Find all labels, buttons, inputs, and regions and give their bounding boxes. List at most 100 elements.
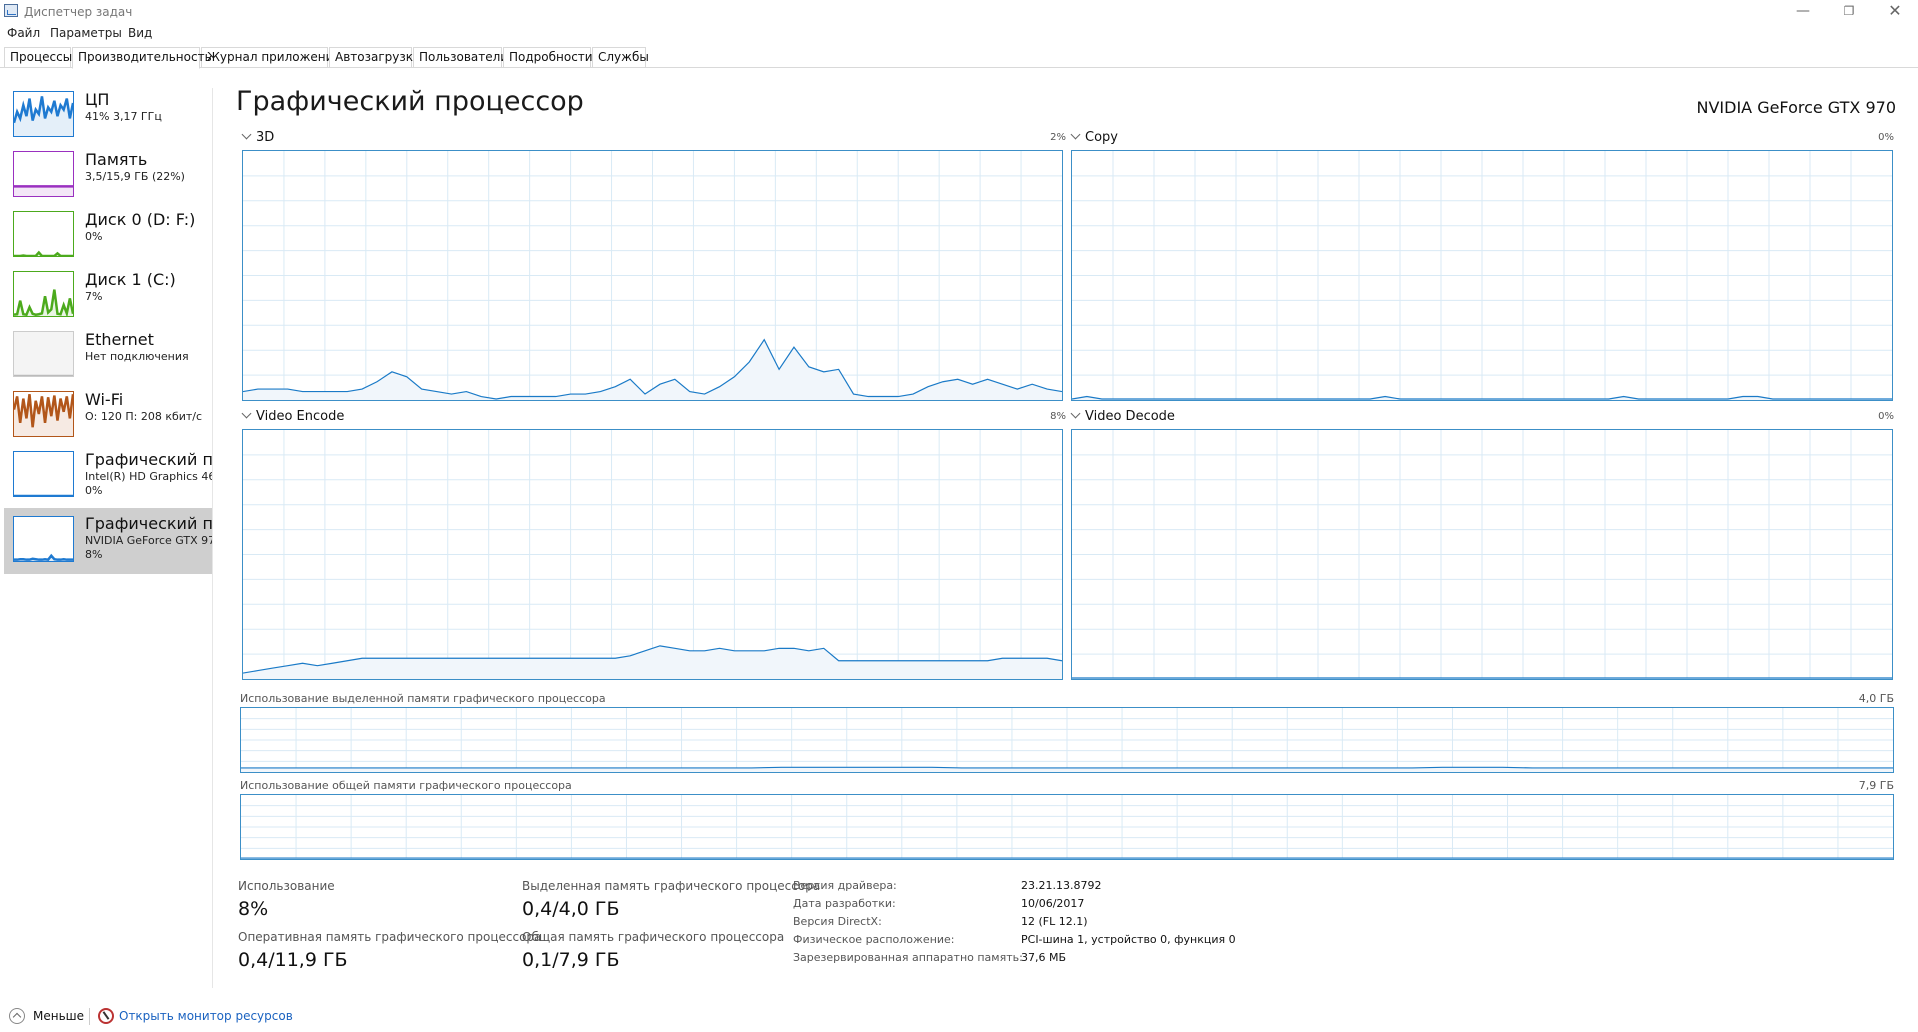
sidebar-divider	[212, 88, 213, 988]
sidebar-item-label: Диск 1 (C:)	[85, 270, 176, 289]
tab-services[interactable]: Службы	[592, 47, 649, 68]
open-resource-monitor-link[interactable]: Открыть монитор ресурсов	[119, 1009, 293, 1023]
engine-video-encode-label: Video Encode	[256, 409, 345, 424]
fewer-details-button[interactable]: Меньше	[33, 1009, 84, 1023]
thumb-line	[14, 556, 73, 560]
tab-users[interactable]: Пользователи	[413, 47, 508, 68]
dedicated-memory-label: Использование выделенной памяти графичес…	[240, 692, 606, 705]
directx-version-value: 12 (FL 12.1)	[1021, 915, 1088, 928]
shared-memory-stat-label: Общая память графического процессора	[522, 930, 785, 944]
title-bar: Диспетчер задач — ❐ ✕	[0, 0, 1918, 24]
gpu-ram-label: Оперативная память графического процессо…	[238, 930, 542, 944]
sidebar-item-label: Ethernet	[85, 330, 154, 349]
engine-3d-label: 3D	[256, 130, 275, 145]
sidebar-item-label: ЦП	[85, 90, 110, 109]
tab-details[interactable]: Подробности	[503, 47, 593, 68]
tab-bar: Процессы Производительность Журнал прило…	[0, 47, 1918, 69]
usage-label: Использование	[238, 879, 335, 893]
driver-version-label: Версия драйвера:	[793, 879, 897, 892]
sidebar-item-disk-1[interactable]: Диск 1 (C:) 7%	[4, 266, 212, 326]
engine-video-decode-graph	[1071, 429, 1893, 680]
menu-bar: Файл Параметры Вид	[0, 24, 1918, 44]
close-button[interactable]: ✕	[1872, 0, 1918, 24]
engine-3d-selector[interactable]: 3D	[241, 129, 275, 145]
wifi-thumbnail-graph	[13, 391, 74, 437]
gpu1-thumbnail-graph	[13, 516, 74, 562]
sidebar-item-detail: 3,5/15,9 ГБ (22%)	[85, 170, 185, 183]
chevron-down-icon	[1070, 129, 1081, 140]
engine-video-decode-percent: 0%	[1878, 411, 1894, 422]
physical-location-label: Физическое расположение:	[793, 933, 955, 946]
sidebar-item-wifi[interactable]: Wi-Fi О: 120 П: 208 кбит/с	[4, 386, 212, 446]
minimize-button[interactable]: —	[1780, 0, 1826, 24]
thumb-area	[14, 186, 73, 196]
sidebar-item-detail: О: 120 П: 208 кбит/с	[85, 410, 203, 423]
engine-3d-graph	[242, 150, 1063, 401]
cpu-thumbnail-graph	[13, 91, 74, 137]
driver-version-value: 23.21.13.8792	[1021, 879, 1102, 892]
sidebar-item-disk-0[interactable]: Диск 0 (D: F:) 0%	[4, 206, 212, 266]
engine-video-encode-graph	[242, 429, 1063, 680]
engine-copy-percent: 0%	[1878, 132, 1894, 143]
sidebar-item-ethernet[interactable]: Ethernet Нет подключения	[4, 326, 212, 386]
window-title: Диспетчер задач	[24, 5, 133, 19]
thumb-line	[14, 252, 73, 256]
restore-button[interactable]: ❐	[1826, 0, 1872, 24]
dedicated-memory-stat-label: Выделенная память графического процессор…	[522, 879, 821, 893]
chevron-up-icon[interactable]	[9, 1008, 25, 1024]
driver-date-value: 10/06/2017	[1021, 897, 1085, 910]
tab-performance[interactable]: Производительность	[72, 47, 212, 69]
ethernet-thumbnail-graph	[13, 331, 74, 377]
engine-copy-selector[interactable]: Copy	[1070, 129, 1118, 145]
physical-location-value: PCI-шина 1, устройство 0, функция 0	[1021, 933, 1236, 946]
engine-video-encode-percent: 8%	[1050, 411, 1066, 422]
engine-copy-graph	[1071, 150, 1893, 401]
disk1-thumbnail-graph	[13, 271, 74, 317]
sidebar-item-detail: Intel(R) HD Graphics 4600	[85, 470, 212, 483]
sidebar-item-gpu-0[interactable]: Графический процессор 0 Intel(R) HD Grap…	[4, 446, 212, 506]
gpu-model-name: NVIDIA GeForce GTX 970	[1696, 98, 1896, 117]
resource-monitor-icon[interactable]	[98, 1008, 114, 1024]
engine-3d-percent: 2%	[1050, 132, 1066, 143]
engine-copy-label: Copy	[1085, 130, 1118, 145]
series-line	[241, 766, 1893, 769]
dedicated-memory-stat-value: 0,4/4,0 ГБ	[522, 898, 620, 920]
page-title: Графический процессор	[236, 86, 584, 117]
sidebar-item-gpu-1[interactable]: Графический процессор 1 NVIDIA GeForce G…	[4, 508, 212, 574]
sidebar-item-memory[interactable]: Память 3,5/15,9 ГБ (22%)	[4, 146, 212, 206]
sidebar-item-percent: 8%	[85, 548, 103, 561]
disk0-thumbnail-graph	[13, 211, 74, 257]
sidebar-item-detail: NVIDIA GeForce GTX 970	[85, 534, 212, 547]
task-manager-icon	[4, 4, 18, 17]
resource-sidebar: ЦП 41% 3,17 ГГц Память 3,5/15,9 ГБ (22%)…	[4, 82, 212, 982]
menu-options[interactable]: Параметры	[50, 26, 122, 40]
gpu0-thumbnail-graph	[13, 451, 74, 497]
sidebar-item-percent: 0%	[85, 484, 103, 497]
sidebar-item-detail: 7%	[85, 290, 103, 303]
dedicated-memory-max: 4,0 ГБ	[1858, 692, 1894, 705]
sidebar-item-label: Wi-Fi	[85, 390, 124, 409]
engine-video-encode-selector[interactable]: Video Encode	[241, 408, 345, 424]
sidebar-item-detail: 0%	[85, 230, 103, 243]
sidebar-item-label: Графический процессор 1	[85, 514, 212, 533]
menu-file[interactable]: Файл	[7, 26, 40, 40]
tab-processes[interactable]: Процессы	[4, 47, 72, 68]
memory-thumbnail-graph	[13, 151, 74, 197]
sidebar-item-cpu[interactable]: ЦП 41% 3,17 ГГц	[4, 86, 212, 146]
chevron-down-icon	[241, 408, 252, 419]
sidebar-item-label: Память	[85, 150, 148, 169]
shared-memory-label: Использование общей памяти графического …	[240, 779, 572, 792]
footer-bar: Меньше Открыть монитор ресурсов	[0, 1004, 1918, 1032]
sidebar-item-detail: 41% 3,17 ГГц	[85, 110, 162, 123]
shared-memory-stat-value: 0,1/7,9 ГБ	[522, 949, 620, 971]
menu-view[interactable]: Вид	[128, 26, 152, 40]
tab-startup[interactable]: Автозагрузка	[329, 47, 420, 68]
usage-value: 8%	[238, 898, 269, 920]
engine-video-decode-selector[interactable]: Video Decode	[1070, 408, 1175, 424]
tab-app-history[interactable]: Журнал приложений	[201, 47, 341, 68]
shared-memory-max: 7,9 ГБ	[1858, 779, 1894, 792]
shared-memory-graph	[240, 794, 1894, 860]
gpu-ram-value: 0,4/11,9 ГБ	[238, 949, 348, 971]
sidebar-item-label: Графический процессор 0	[85, 450, 212, 469]
sidebar-item-label: Диск 0 (D: F:)	[85, 210, 196, 229]
